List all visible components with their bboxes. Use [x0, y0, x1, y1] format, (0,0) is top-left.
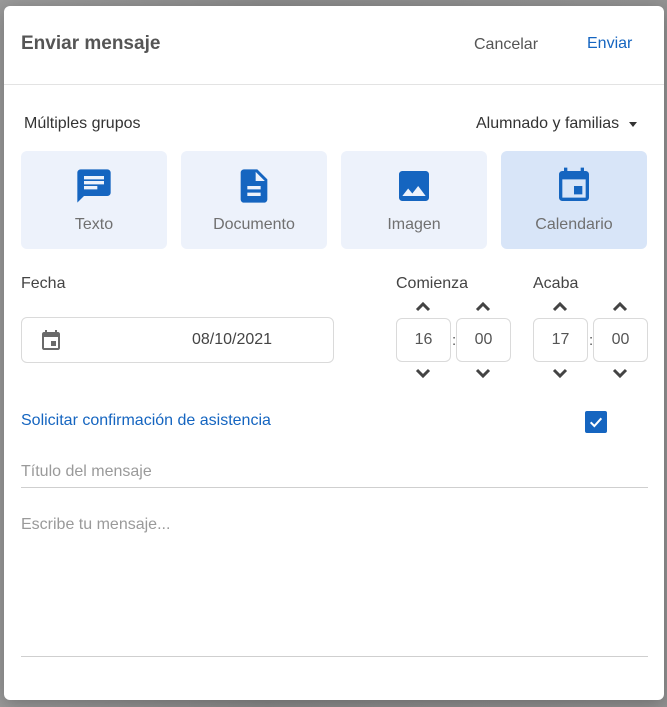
dialog-title: Enviar mensaje: [21, 33, 161, 54]
cancel-button[interactable]: Cancelar: [474, 36, 538, 54]
type-image-label: Imagen: [387, 216, 441, 233]
message-body-input[interactable]: [21, 516, 648, 657]
confirm-attendance-label[interactable]: Solicitar confirmación de asistencia: [21, 412, 271, 430]
start-minute-up-icon[interactable]: [475, 300, 491, 312]
caret-down-icon: [629, 121, 638, 127]
end-label: Acaba: [533, 275, 579, 292]
start-hour-up-icon[interactable]: [415, 300, 431, 312]
start-minute-input[interactable]: 00: [456, 318, 511, 362]
audience-selected-label: Alumnado y familias: [476, 115, 620, 132]
message-title-input[interactable]: [21, 456, 648, 488]
end-hour-up-icon[interactable]: [552, 300, 568, 312]
type-text-button[interactable]: Texto: [21, 151, 167, 249]
confirm-attendance-checkbox[interactable]: [585, 411, 607, 433]
end-minute-input[interactable]: 00: [593, 318, 648, 362]
end-hour-down-icon[interactable]: [552, 368, 568, 380]
start-minute-down-icon[interactable]: [475, 368, 491, 380]
date-value: 08/10/2021: [192, 331, 273, 348]
end-minute-up-icon[interactable]: [612, 300, 628, 312]
type-document-label: Documento: [213, 216, 295, 233]
audience-dropdown[interactable]: Alumnado y familias: [476, 115, 638, 133]
image-icon: [399, 171, 429, 201]
check-icon: [589, 417, 603, 428]
date-label: Fecha: [21, 275, 66, 292]
dialog-header: Enviar mensaje Cancelar Enviar: [4, 6, 664, 85]
send-message-dialog: Enviar mensaje Cancelar Enviar Múltiples…: [4, 6, 664, 700]
type-document-button[interactable]: Documento: [181, 151, 327, 249]
start-hour-input[interactable]: 16: [396, 318, 451, 362]
document-icon: [240, 169, 268, 203]
calendar-small-icon: [42, 330, 60, 350]
type-calendar-label: Calendario: [535, 216, 613, 233]
type-calendar-button[interactable]: Calendario: [501, 151, 647, 249]
message-icon: [77, 169, 111, 203]
date-picker[interactable]: 08/10/2021: [21, 317, 334, 363]
type-image-button[interactable]: Imagen: [341, 151, 487, 249]
start-hour-down-icon[interactable]: [415, 368, 431, 380]
type-text-label: Texto: [74, 216, 114, 233]
start-label: Comienza: [396, 275, 469, 292]
end-hour-input[interactable]: 17: [533, 318, 588, 362]
send-button[interactable]: Enviar: [587, 35, 632, 53]
calendar-icon: [559, 167, 589, 201]
end-minute-down-icon[interactable]: [612, 368, 628, 380]
groups-label: Múltiples grupos: [24, 115, 141, 132]
